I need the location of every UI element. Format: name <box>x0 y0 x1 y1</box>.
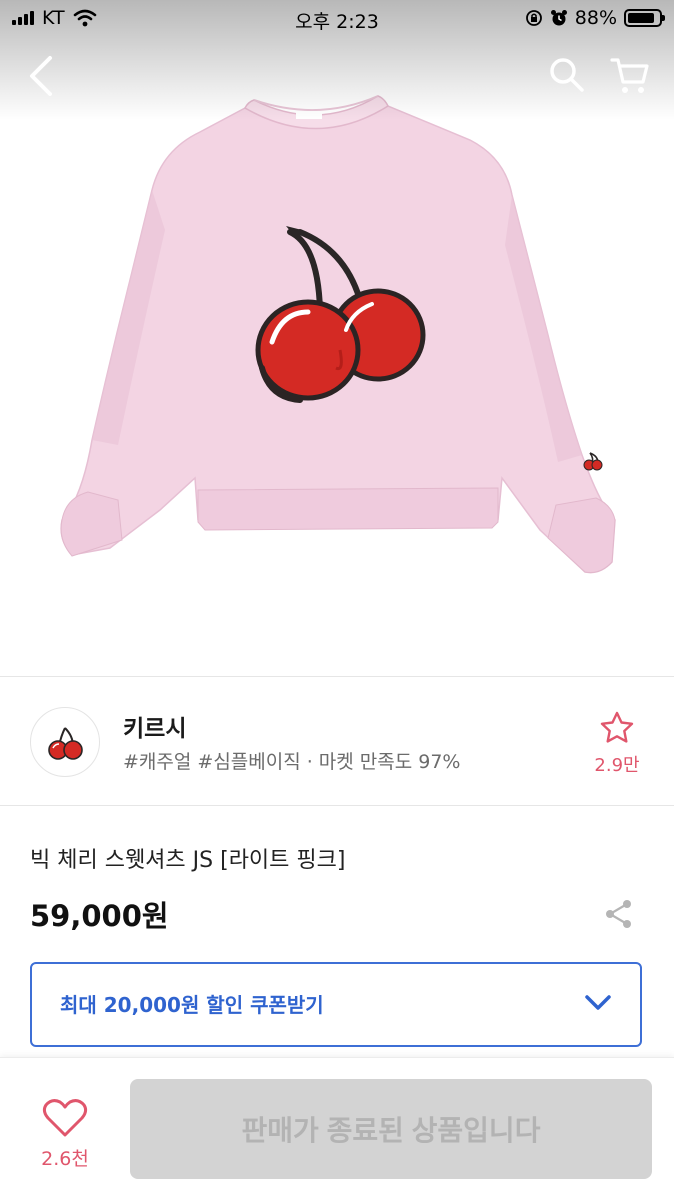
sold-out-button[interactable]: 판매가 종료된 상품입니다 <box>130 1079 652 1179</box>
search-icon <box>550 58 584 92</box>
heart-icon <box>42 1099 88 1137</box>
shop-meta: #캐주얼 #심플베이직 · 마켓 만족도 97% <box>123 747 461 774</box>
chevron-down-icon <box>585 995 611 1010</box>
star-icon <box>600 711 634 743</box>
cart-button[interactable] <box>610 56 650 100</box>
like-count: 2.6천 <box>41 1148 89 1170</box>
like-button[interactable]: 2.6천 <box>30 1098 100 1171</box>
favorite-shop-button[interactable]: 2.9만 <box>592 711 642 777</box>
share-button[interactable] <box>603 898 635 934</box>
coupon-label: 최대 20,000원 할인 쿠폰받기 <box>60 993 324 1017</box>
shop-tags: #캐주얼 #심플베이직 <box>123 751 301 773</box>
sleeve-cherry-logo <box>583 452 603 471</box>
shopping-cart-icon <box>610 58 649 93</box>
back-button[interactable] <box>26 54 56 102</box>
shop-info-row[interactable]: 키르시 #캐주얼 #심플베이직 · 마켓 만족도 97% 2.9만 <box>0 676 674 806</box>
product-name: 빅 체리 스웻셔츠 JS [라이트 핑크] <box>30 848 346 873</box>
bottom-action-bar: 2.6천 판매가 종료된 상품입니다 <box>0 1057 674 1201</box>
meta-separator: · <box>306 751 313 773</box>
shop-logo[interactable] <box>30 707 100 777</box>
battery-percent: 88% <box>574 7 617 29</box>
share-icon <box>606 900 631 928</box>
product-image[interactable] <box>0 0 674 676</box>
status-right: 88% <box>525 7 665 29</box>
coupon-download-button[interactable]: 최대 20,000원 할인 쿠폰받기 <box>30 962 642 1047</box>
shop-name[interactable]: 키르시 <box>123 709 186 743</box>
shop-favorite-count: 2.9만 <box>594 755 640 776</box>
orientation-lock-icon <box>525 10 542 26</box>
battery-level <box>628 13 655 23</box>
cherry-logo-icon <box>48 727 83 760</box>
search-button[interactable] <box>548 56 586 98</box>
product-price: 59,000원 <box>30 899 169 933</box>
battery-icon <box>624 9 665 27</box>
status-bar: KT 오후 2:23 88% <box>0 0 674 40</box>
market-satisfaction: 마켓 만족도 97% <box>318 751 461 773</box>
chevron-left-icon <box>30 56 52 96</box>
alarm-icon <box>550 10 567 26</box>
